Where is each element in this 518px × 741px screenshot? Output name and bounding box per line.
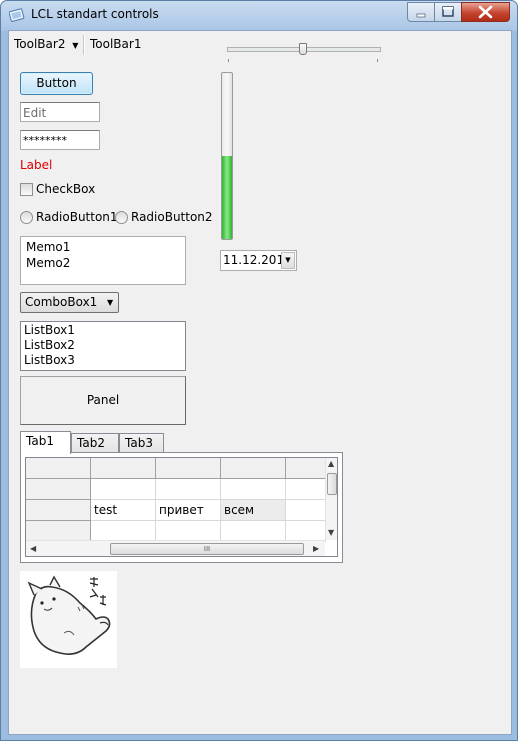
radio-button-2-label: RadioButton2	[131, 210, 213, 224]
image	[20, 571, 117, 668]
vertical-scroll-thumb[interactable]	[327, 473, 337, 495]
grid-cell[interactable]	[221, 521, 286, 542]
tab-2[interactable]: Tab2	[71, 433, 119, 453]
close-icon	[478, 5, 493, 19]
scroll-up-icon[interactable]: ▲	[328, 460, 334, 468]
button[interactable]: Button	[20, 72, 93, 95]
string-grid[interactable]: test привет всем ▲ ▼ ◀ III ▶	[25, 457, 338, 557]
toolbar-separator	[83, 35, 85, 55]
listbox-item[interactable]: ListBox2	[24, 338, 182, 353]
maximize-icon	[442, 6, 454, 17]
grid-cell[interactable]	[286, 479, 326, 500]
toolbar2-label: ToolBar2	[14, 37, 66, 51]
trackbar-tick-start	[228, 59, 229, 62]
window-title: LCL standart controls	[31, 7, 159, 21]
trackbar-thumb[interactable]	[299, 43, 307, 55]
combobox-value: ComboBox1	[25, 295, 98, 309]
trackbar[interactable]	[227, 43, 381, 62]
grid-vertical-scrollbar[interactable]: ▲ ▼	[325, 458, 337, 540]
grid-row-header	[26, 479, 91, 500]
grid-header-cell	[286, 458, 326, 479]
grid-cell[interactable]	[221, 479, 286, 500]
minimize-button[interactable]	[407, 2, 435, 22]
grid-cell[interactable]	[286, 521, 326, 542]
title-bar[interactable]: LCL standart controls	[1, 1, 517, 29]
date-dropdown-button[interactable]: ▼	[281, 252, 295, 269]
checkbox[interactable]	[20, 183, 33, 196]
tab-3[interactable]: Tab3	[119, 433, 164, 453]
tab-page: test привет всем ▲ ▼ ◀ III ▶	[20, 452, 343, 563]
tab-1[interactable]: Tab1	[20, 431, 71, 454]
minimize-icon	[416, 13, 426, 18]
grid-cell[interactable]: всем	[221, 500, 286, 521]
grid-cell[interactable]	[286, 500, 326, 521]
close-button[interactable]	[461, 2, 510, 22]
grid-cell[interactable]: привет	[156, 500, 221, 521]
scroll-left-icon[interactable]: ◀	[30, 545, 36, 553]
cat-illustration-icon	[20, 571, 117, 668]
radio-button-1[interactable]	[20, 211, 33, 224]
toolbar2-dropdown[interactable]: ToolBar2 ▼	[14, 37, 78, 51]
memo-line: Memo2	[26, 256, 71, 270]
panel-caption: Panel	[86, 393, 120, 407]
grid-cell[interactable]: test	[91, 500, 156, 521]
password-field[interactable]: ********	[20, 130, 100, 150]
maximize-button[interactable]	[434, 2, 462, 22]
trackbar-tick-end	[377, 59, 378, 62]
app-icon	[9, 8, 25, 22]
grid-cell[interactable]	[91, 521, 156, 542]
grid-cell[interactable]	[156, 521, 221, 542]
grid-row-header	[26, 500, 91, 521]
listbox[interactable]: ListBox1 ListBox2 ListBox3	[20, 321, 186, 371]
grid-cell[interactable]	[156, 479, 221, 500]
grid-horizontal-scrollbar[interactable]: ◀ III ▶	[26, 540, 325, 556]
label: Label	[20, 158, 53, 172]
checkbox-label: CheckBox	[36, 182, 96, 196]
radio-button-2[interactable]	[115, 211, 128, 224]
panel: Panel	[20, 376, 186, 425]
progress-bar	[221, 72, 233, 240]
chevron-down-icon: ▼	[107, 298, 114, 307]
listbox-item[interactable]: ListBox3	[24, 353, 182, 368]
application-window: LCL standart controls ToolBar2 ▼ ToolBar…	[0, 0, 518, 741]
combobox[interactable]: ComboBox1 ▼	[20, 292, 119, 313]
grid-header-cell	[221, 458, 286, 479]
toolbar1-button[interactable]: ToolBar1	[90, 37, 141, 51]
horizontal-scroll-thumb[interactable]: III	[110, 543, 304, 555]
edit-field[interactable]: Edit	[20, 102, 100, 122]
client-area: ToolBar2 ▼ ToolBar1 Button Edit ********…	[8, 30, 512, 735]
scroll-right-icon[interactable]: ▶	[313, 545, 319, 553]
grid-header-cell	[91, 458, 156, 479]
chevron-down-icon: ▼	[72, 41, 79, 50]
progress-bar-fill	[222, 156, 232, 239]
radio-button-1-label: RadioButton1	[36, 210, 118, 224]
grid-row-header	[26, 521, 91, 542]
grid-header-cell	[156, 458, 221, 479]
grid-header-cell	[26, 458, 91, 479]
grid-cell[interactable]	[91, 479, 156, 500]
date-picker[interactable]: 11.12.2017 ▼	[220, 250, 297, 271]
listbox-item[interactable]: ListBox1	[24, 323, 182, 338]
memo-line: Memo1	[26, 240, 71, 254]
scroll-down-icon[interactable]: ▼	[328, 529, 334, 537]
memo[interactable]: Memo1 Memo2	[20, 236, 186, 285]
toolbar1-label: ToolBar1	[90, 37, 142, 51]
chevron-down-icon: ▼	[285, 256, 291, 264]
